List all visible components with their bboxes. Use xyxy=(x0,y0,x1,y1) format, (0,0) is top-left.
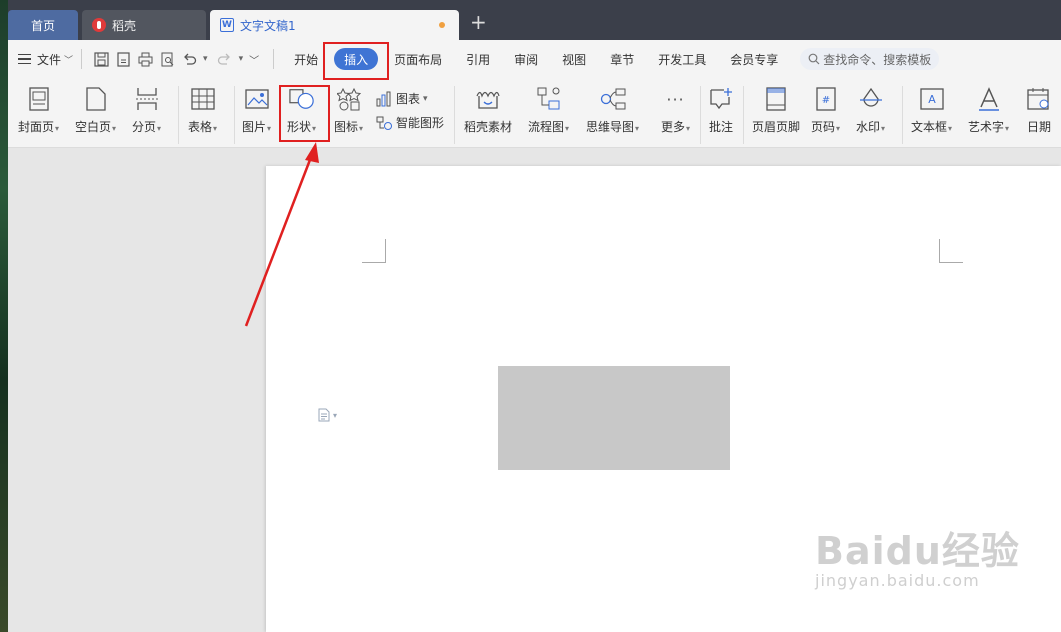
page-break-icon xyxy=(134,86,160,112)
writer-doc-icon: W xyxy=(220,18,234,32)
search-icon xyxy=(808,53,820,65)
icons-icon xyxy=(336,86,362,112)
material-store-icon xyxy=(475,86,501,112)
paragraph-options-icon[interactable]: ▾ xyxy=(318,408,337,422)
undo-dropdown-icon[interactable]: ▾ xyxy=(203,54,208,64)
wordart-icon xyxy=(976,86,1002,112)
menu-page-layout[interactable]: 页面布局 xyxy=(382,48,454,70)
page-break-button[interactable]: 分页▾ xyxy=(132,86,161,135)
daoke-material-button[interactable]: 稻壳素材 xyxy=(464,86,512,135)
margin-corner-top-left xyxy=(362,239,386,263)
highlight-insert-tab xyxy=(323,42,389,80)
divider xyxy=(700,86,701,144)
desktop-strip xyxy=(0,0,8,632)
inserted-rectangle-shape[interactable] xyxy=(498,366,730,470)
menu-review[interactable]: 审阅 xyxy=(502,48,550,70)
header-footer-icon xyxy=(763,86,789,112)
mindmap-icon xyxy=(600,86,626,112)
new-tab-button[interactable]: + xyxy=(470,12,487,32)
menu-chapter[interactable]: 章节 xyxy=(598,48,646,70)
insert-ribbon: 封面页▾ 空白页▾ 分页▾ 表格▾ 图片▾ 形状▾ 图标▾ 图表 ▾ 智能图形 稻… xyxy=(8,78,1061,148)
smartart-button[interactable]: 智能图形 xyxy=(376,114,444,131)
svg-text:#: # xyxy=(821,95,829,106)
picture-button[interactable]: 图片▾ xyxy=(242,86,271,135)
mindmap-button[interactable]: 思维导图▾ xyxy=(586,86,639,135)
divider xyxy=(81,49,83,69)
table-icon xyxy=(190,86,216,112)
smartart-icon xyxy=(376,115,392,131)
picture-icon xyxy=(244,86,270,112)
redo-icon[interactable] xyxy=(214,48,236,70)
tab-document[interactable]: W 文字文稿1 xyxy=(210,10,459,40)
more-icon: ··· xyxy=(666,89,685,109)
tab-bar: 首页 稻壳 W 文字文稿1 + xyxy=(0,0,1061,40)
page-number-icon: # xyxy=(813,86,839,112)
divider xyxy=(178,86,179,144)
comment-button[interactable]: 批注 xyxy=(708,86,734,135)
daoke-logo-icon xyxy=(92,18,106,32)
menu-member[interactable]: 会员专享 xyxy=(718,48,790,70)
textbox-button[interactable]: A 文本框▾ xyxy=(911,86,952,135)
undo-icon[interactable] xyxy=(178,48,200,70)
highlight-shape-button xyxy=(279,85,330,142)
header-footer-button[interactable]: 页眉页脚 xyxy=(752,86,800,135)
comment-icon xyxy=(708,86,734,112)
divider xyxy=(743,86,744,144)
tab-home[interactable]: 首页 xyxy=(8,10,78,40)
more-button[interactable]: ··· 更多▾ xyxy=(661,86,690,135)
customize-toolbar-icon[interactable]: ﹀ xyxy=(243,48,265,70)
divider xyxy=(902,86,903,144)
blank-page-icon xyxy=(83,86,109,112)
menu-references[interactable]: 引用 xyxy=(454,48,502,70)
date-button[interactable]: 日期 xyxy=(1026,86,1052,135)
print-preview-icon[interactable] xyxy=(156,48,178,70)
file-menu-button[interactable]: 文件 ﹀ xyxy=(18,51,73,68)
watermark-button[interactable]: 水印▾ xyxy=(856,86,885,135)
divider xyxy=(234,86,235,144)
cover-page-button[interactable]: 封面页▾ xyxy=(18,86,59,135)
calendar-icon xyxy=(1026,86,1052,112)
divider xyxy=(454,86,455,144)
baidu-watermark: Baidu经验 jingyan.baidu.com xyxy=(815,529,1020,590)
menu-developer[interactable]: 开发工具 xyxy=(646,48,718,70)
blank-page-button[interactable]: 空白页▾ xyxy=(75,86,116,135)
watermark-icon xyxy=(858,86,884,112)
cover-page-icon xyxy=(26,86,52,112)
chart-icon xyxy=(376,91,392,107)
icons-button[interactable]: 图标▾ xyxy=(334,86,363,135)
unsaved-dot-icon xyxy=(439,22,445,28)
flowchart-icon xyxy=(536,86,562,112)
divider xyxy=(273,49,275,69)
svg-text:A: A xyxy=(928,93,936,106)
print-icon[interactable] xyxy=(134,48,156,70)
wordart-button[interactable]: 艺术字▾ xyxy=(968,86,1009,135)
export-pdf-icon[interactable] xyxy=(112,48,134,70)
textbox-icon: A xyxy=(919,86,945,112)
chevron-down-icon: ﹀ xyxy=(64,55,74,66)
hamburger-icon xyxy=(18,54,31,64)
menu-view[interactable]: 视图 xyxy=(550,48,598,70)
table-button[interactable]: 表格▾ xyxy=(188,86,217,135)
command-search-input[interactable]: 查找命令、搜索模板 xyxy=(800,48,940,70)
chart-button[interactable]: 图表 ▾ xyxy=(376,90,428,107)
save-icon[interactable] xyxy=(90,48,112,70)
menu-bar: 文件 ﹀ ▾ ▾ ﹀ 开始 插入 页面布局 引用 审阅 视图 章节 开发工具 会… xyxy=(8,40,1061,78)
flowchart-button[interactable]: 流程图▾ xyxy=(528,86,569,135)
page-number-button[interactable]: # 页码▾ xyxy=(811,86,840,135)
margin-corner-top-right xyxy=(939,239,963,263)
tab-daoke[interactable]: 稻壳 xyxy=(82,10,206,40)
